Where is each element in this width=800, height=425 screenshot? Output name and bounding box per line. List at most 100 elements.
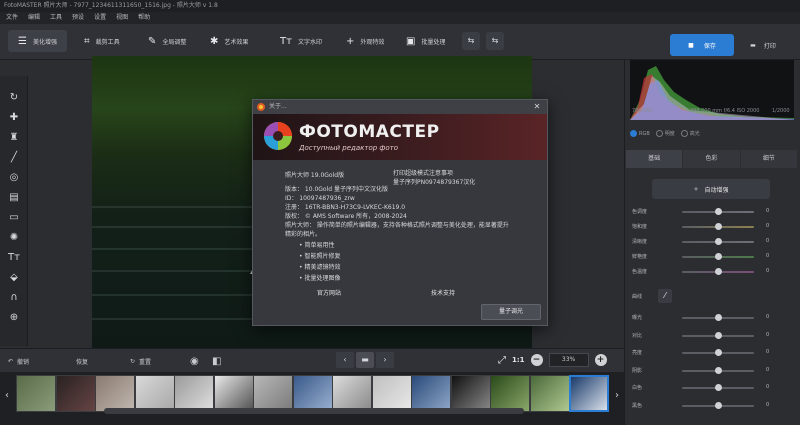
fit-screen-icon[interactable]: ⤢ bbox=[498, 355, 506, 366]
next-image-button[interactable]: › bbox=[376, 352, 394, 368]
liquify-icon[interactable]: ⊕ bbox=[6, 310, 22, 326]
slider-label: 色调度 bbox=[632, 209, 648, 215]
menu-edit[interactable]: 编辑 bbox=[28, 12, 40, 24]
slider-handle[interactable] bbox=[714, 401, 722, 409]
filmstrip-scrollbar[interactable] bbox=[104, 408, 524, 414]
thumbnail[interactable] bbox=[371, 375, 412, 412]
slider-handle[interactable] bbox=[714, 253, 722, 260]
fill-icon[interactable]: ⬙ bbox=[6, 270, 22, 286]
tab-adjust[interactable]: ✎ 全局调整 bbox=[138, 30, 196, 52]
tab-detail[interactable]: 细节 bbox=[740, 150, 798, 168]
history-icon[interactable]: ⇆ bbox=[486, 32, 504, 50]
stamp-icon[interactable]: ♜ bbox=[6, 130, 22, 146]
thumbnail[interactable] bbox=[411, 375, 451, 412]
light-icon[interactable]: ✺ bbox=[6, 230, 22, 246]
thumbnail[interactable] bbox=[213, 375, 254, 412]
support-link[interactable]: 技术支持 bbox=[431, 288, 455, 297]
menu-file[interactable]: 文件 bbox=[6, 12, 18, 24]
info-line: ID： 10097487936_zrw bbox=[285, 195, 355, 202]
bandaid-icon[interactable]: ✚ bbox=[6, 110, 22, 126]
slider-value: 0 bbox=[766, 314, 770, 320]
menu-tools[interactable]: 工具 bbox=[50, 12, 62, 24]
auto-enhance-button[interactable]: ✧ 自动增强 bbox=[652, 179, 770, 199]
thumbnail[interactable] bbox=[95, 375, 135, 412]
gradient-icon[interactable]: ▤ bbox=[6, 190, 22, 206]
menu-presets[interactable]: 预设 bbox=[72, 12, 84, 24]
slider-handle[interactable] bbox=[714, 268, 722, 275]
tab-effects[interactable]: ✱ 艺术效果 bbox=[200, 30, 258, 52]
history-icon[interactable]: ⇆ bbox=[462, 32, 480, 50]
thumbnail[interactable] bbox=[529, 375, 570, 412]
filmstrip-prev-icon[interactable]: ‹ bbox=[2, 386, 12, 406]
slider-value: 0 bbox=[766, 223, 770, 229]
slider-handle[interactable] bbox=[714, 384, 722, 391]
print-button[interactable]: ▬ 打印 bbox=[738, 34, 788, 56]
thumbnail[interactable] bbox=[450, 375, 491, 412]
slider-handle[interactable] bbox=[714, 314, 722, 321]
slider-handle[interactable] bbox=[714, 238, 722, 245]
slider-handle[interactable] bbox=[714, 208, 722, 215]
rotate-icon[interactable]: ↻ bbox=[6, 90, 22, 106]
slider-label: 对比 bbox=[632, 332, 643, 339]
slider-row: 鲜艳度 0 bbox=[632, 251, 792, 263]
zoom-out-button[interactable]: − bbox=[530, 354, 543, 366]
thumbnail[interactable] bbox=[332, 375, 372, 412]
tab-crop[interactable]: ⌗ 裁剪工具 bbox=[74, 30, 130, 52]
radial-icon[interactable]: ◎ bbox=[6, 170, 22, 186]
reset-button[interactable]: ↻ 重置 bbox=[130, 354, 151, 368]
channel-label: 明度 bbox=[664, 130, 675, 137]
prev-image-button[interactable]: ‹ bbox=[336, 352, 354, 368]
thumbnail[interactable] bbox=[569, 375, 609, 412]
thumbnail[interactable] bbox=[292, 375, 333, 412]
tab-basic[interactable]: 基础 bbox=[626, 150, 684, 168]
tab-batch[interactable]: ▣ 批量处理 bbox=[396, 30, 455, 52]
slider-handle[interactable] bbox=[714, 349, 722, 356]
brush-icon[interactable]: ╱ bbox=[6, 150, 22, 166]
menu-view[interactable]: 视图 bbox=[116, 12, 128, 24]
compare-icon[interactable]: ◧ bbox=[212, 354, 221, 368]
info-line: 注册： 16TR-BBN3-H73C9-LVKEC-K619.0 bbox=[285, 204, 406, 211]
vignette-icon[interactable]: ▭ bbox=[6, 210, 22, 226]
channel-label: RGB bbox=[639, 130, 650, 137]
radio-icon bbox=[680, 129, 688, 137]
thumbnail[interactable] bbox=[134, 375, 175, 412]
thumbnail[interactable] bbox=[16, 375, 56, 412]
channel-luma[interactable]: 明度 bbox=[655, 129, 675, 137]
slider-handle[interactable] bbox=[714, 366, 722, 374]
curves-label: 曲线 bbox=[632, 294, 643, 300]
text-icon[interactable]: Tт bbox=[6, 250, 22, 266]
filmstrip-next-icon[interactable]: › bbox=[612, 386, 622, 406]
tab-label: 批量处理 bbox=[421, 38, 446, 46]
menu-help[interactable]: 帮助 bbox=[138, 12, 150, 24]
slider-handle[interactable] bbox=[714, 331, 722, 339]
thumbnail[interactable] bbox=[174, 375, 214, 412]
zoom-input[interactable]: 33% bbox=[548, 353, 589, 367]
zoom-in-button[interactable]: + bbox=[594, 354, 607, 366]
thumbnail[interactable] bbox=[55, 375, 96, 412]
thumbnail[interactable] bbox=[490, 375, 530, 412]
preview-eye-icon[interactable]: ◉ bbox=[190, 354, 199, 368]
dialog-close-button[interactable]: ✕ bbox=[531, 100, 543, 114]
slider-row: 阴影 0 bbox=[632, 365, 792, 377]
website-link[interactable]: 官方网站 bbox=[317, 288, 341, 297]
magnet-icon[interactable]: ∩ bbox=[6, 290, 22, 306]
tab-color[interactable]: 色彩 bbox=[683, 150, 741, 168]
tab-text[interactable]: Tт 文字水印 bbox=[270, 30, 332, 52]
dialog-ok-button[interactable]: 量子调光 bbox=[481, 304, 541, 320]
tab-label: 美化增强 bbox=[32, 38, 57, 46]
folder-icon[interactable]: ▬ bbox=[356, 352, 374, 368]
tab-looks[interactable]: + 外观特效 bbox=[336, 30, 394, 52]
tab-enhance[interactable]: ☰ 美化增强 bbox=[8, 30, 67, 52]
feature-bullet: • 批量处理图像 bbox=[299, 275, 341, 282]
channel-highlights[interactable]: 高光 bbox=[680, 129, 700, 137]
save-button[interactable]: ■ 保存 bbox=[670, 34, 734, 56]
redo-button[interactable]: 恢复 bbox=[76, 354, 88, 368]
slider-handle[interactable] bbox=[714, 223, 722, 230]
actual-size-button[interactable]: 1:1 bbox=[512, 356, 525, 364]
undo-button[interactable]: ↶ 撤销 bbox=[8, 354, 29, 368]
wand-icon: ✱ bbox=[210, 35, 219, 47]
channel-rgb[interactable]: RGB bbox=[630, 129, 650, 137]
menu-settings[interactable]: 设置 bbox=[94, 12, 106, 24]
eyedropper-icon[interactable]: ⁄ bbox=[658, 289, 672, 303]
thumbnail[interactable] bbox=[253, 375, 293, 412]
